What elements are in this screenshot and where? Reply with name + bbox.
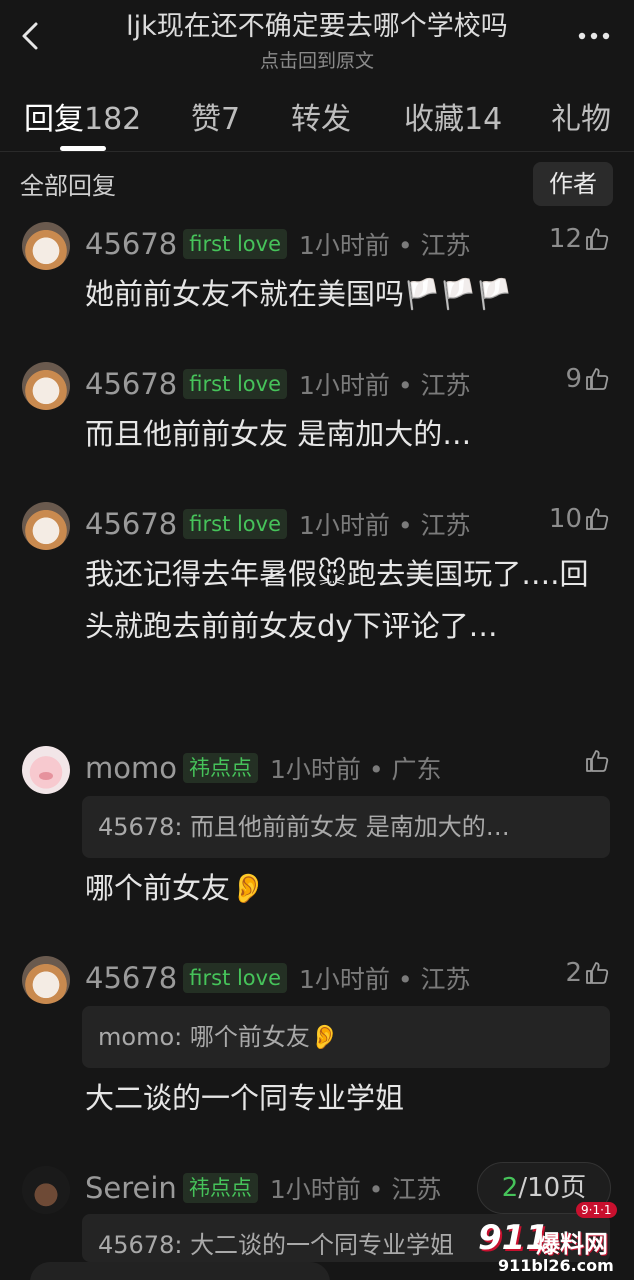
like-button[interactable]: 9 bbox=[565, 364, 610, 394]
timestamp-location: 1小时前 • 江苏 bbox=[269, 1175, 442, 1204]
quoted-reply[interactable]: momo: 哪个前女友👂 bbox=[82, 1006, 610, 1068]
avatar[interactable] bbox=[22, 502, 70, 550]
active-tab-indicator bbox=[60, 146, 106, 151]
top-bar: ljk现在还不确定要去哪个学校吗 点击回到原文 bbox=[0, 0, 634, 80]
fan-badge: 祎点点 bbox=[182, 753, 258, 783]
tab-count: 7 bbox=[221, 102, 241, 137]
back-to-original-link[interactable]: 点击回到原文 bbox=[70, 46, 564, 73]
like-button[interactable] bbox=[582, 748, 610, 774]
avatar[interactable] bbox=[22, 956, 70, 1004]
avatar[interactable] bbox=[22, 222, 70, 270]
username[interactable]: momo bbox=[85, 751, 177, 785]
thumbs-up-icon bbox=[586, 962, 609, 984]
username[interactable]: Serein bbox=[85, 1171, 177, 1205]
thumbs-up-icon bbox=[586, 228, 609, 250]
tab-count: 14 bbox=[464, 102, 503, 137]
like-button[interactable]: 2 bbox=[565, 958, 610, 988]
timestamp-location: 1小时前 • 江苏 bbox=[299, 231, 471, 260]
timestamp-location: 1小时前 • 江苏 bbox=[299, 371, 471, 400]
tab-label: 回复 bbox=[24, 102, 84, 137]
tab-likes[interactable]: 赞7 bbox=[191, 94, 240, 138]
thumbs-up-icon bbox=[586, 508, 609, 530]
tab-label: 收藏 bbox=[404, 102, 464, 137]
like-count: 9 bbox=[565, 364, 582, 394]
username[interactable]: 45678 bbox=[85, 367, 177, 401]
quoted-reply[interactable]: 45678: 而且他前前女友 是南加大的… bbox=[82, 796, 610, 858]
tab-label: 礼物 bbox=[551, 102, 611, 137]
like-count: 12 bbox=[548, 224, 582, 254]
comment-text[interactable]: 大二谈的一个同专业学姐 bbox=[85, 1072, 605, 1124]
thumbs-up-icon bbox=[586, 750, 609, 772]
post-title[interactable]: ljk现在还不确定要去哪个学校吗 bbox=[70, 4, 564, 43]
fan-badge: first love bbox=[183, 369, 288, 399]
fan-badge: first love bbox=[183, 963, 288, 993]
tab-replies[interactable]: 回复182 bbox=[24, 94, 141, 138]
like-count: 10 bbox=[548, 504, 582, 534]
username[interactable]: 45678 bbox=[85, 961, 177, 995]
comment-text[interactable]: 她前前女友不就在美国吗🏳️🏳️🏳️ bbox=[85, 268, 605, 320]
tab-label: 转发 bbox=[291, 102, 351, 137]
reply-input-bar[interactable] bbox=[30, 1262, 330, 1280]
timestamp-location: 1小时前 • 广东 bbox=[269, 755, 442, 784]
comment-meta: 45678 first love 1小时前 • 江苏 bbox=[85, 956, 471, 1000]
avatar[interactable] bbox=[22, 1166, 70, 1214]
comment-meta: 45678 first love 1小时前 • 江苏 bbox=[85, 362, 471, 406]
fan-badge: first love bbox=[183, 229, 288, 259]
watermark-url: 911bl26.com bbox=[498, 1256, 614, 1275]
like-button[interactable]: 10 bbox=[549, 504, 610, 534]
tab-reposts[interactable]: 转发 bbox=[291, 94, 351, 138]
watermark-logo: 9·1·1 911 爆料网 911bl26.com bbox=[470, 1198, 634, 1280]
author-filter-button[interactable]: 作者 bbox=[533, 162, 613, 206]
comment-text[interactable]: 而且他前前女友 是南加大的… bbox=[85, 408, 605, 460]
tab-favorites[interactable]: 收藏14 bbox=[404, 94, 502, 138]
username[interactable]: 45678 bbox=[85, 507, 177, 541]
back-arrow-icon[interactable] bbox=[14, 18, 50, 54]
timestamp-location: 1小时前 • 江苏 bbox=[299, 511, 471, 540]
comment-meta: momo 祎点点 1小时前 • 广东 bbox=[85, 746, 442, 790]
like-button[interactable]: 12 bbox=[549, 224, 610, 254]
watermark-badge: 9·1·1 bbox=[576, 1202, 617, 1218]
comment-meta: 45678 first love 1小时前 • 江苏 bbox=[85, 502, 471, 546]
tab-bar: 回复182 赞7 转发 收藏14 礼物 bbox=[0, 92, 634, 152]
thumbs-up-icon bbox=[586, 368, 609, 390]
like-count: 2 bbox=[565, 958, 582, 988]
watermark-name: 爆料网 bbox=[536, 1230, 608, 1258]
tab-count: 182 bbox=[84, 102, 142, 137]
fan-badge: 祎点点 bbox=[182, 1173, 258, 1203]
avatar[interactable] bbox=[22, 362, 70, 410]
all-replies-label: 全部回复 bbox=[20, 172, 116, 200]
fan-badge: first love bbox=[183, 509, 288, 539]
timestamp-location: 1小时前 • 江苏 bbox=[299, 965, 471, 994]
more-icon[interactable] bbox=[574, 22, 614, 50]
tab-gifts[interactable]: 礼物 bbox=[551, 94, 611, 138]
avatar[interactable] bbox=[22, 746, 70, 794]
comment-text[interactable]: 哪个前女友👂 bbox=[85, 862, 605, 914]
username[interactable]: 45678 bbox=[85, 227, 177, 261]
comment-meta: 45678 first love 1小时前 • 江苏 bbox=[85, 222, 471, 266]
comment-text[interactable]: 我还记得去年暑假🐭跑去美国玩了….回头就跑去前前女友dy下评论了… bbox=[85, 548, 610, 652]
tab-label: 赞 bbox=[191, 102, 221, 137]
comment-meta: Serein 祎点点 1小时前 • 江苏 bbox=[85, 1166, 441, 1210]
